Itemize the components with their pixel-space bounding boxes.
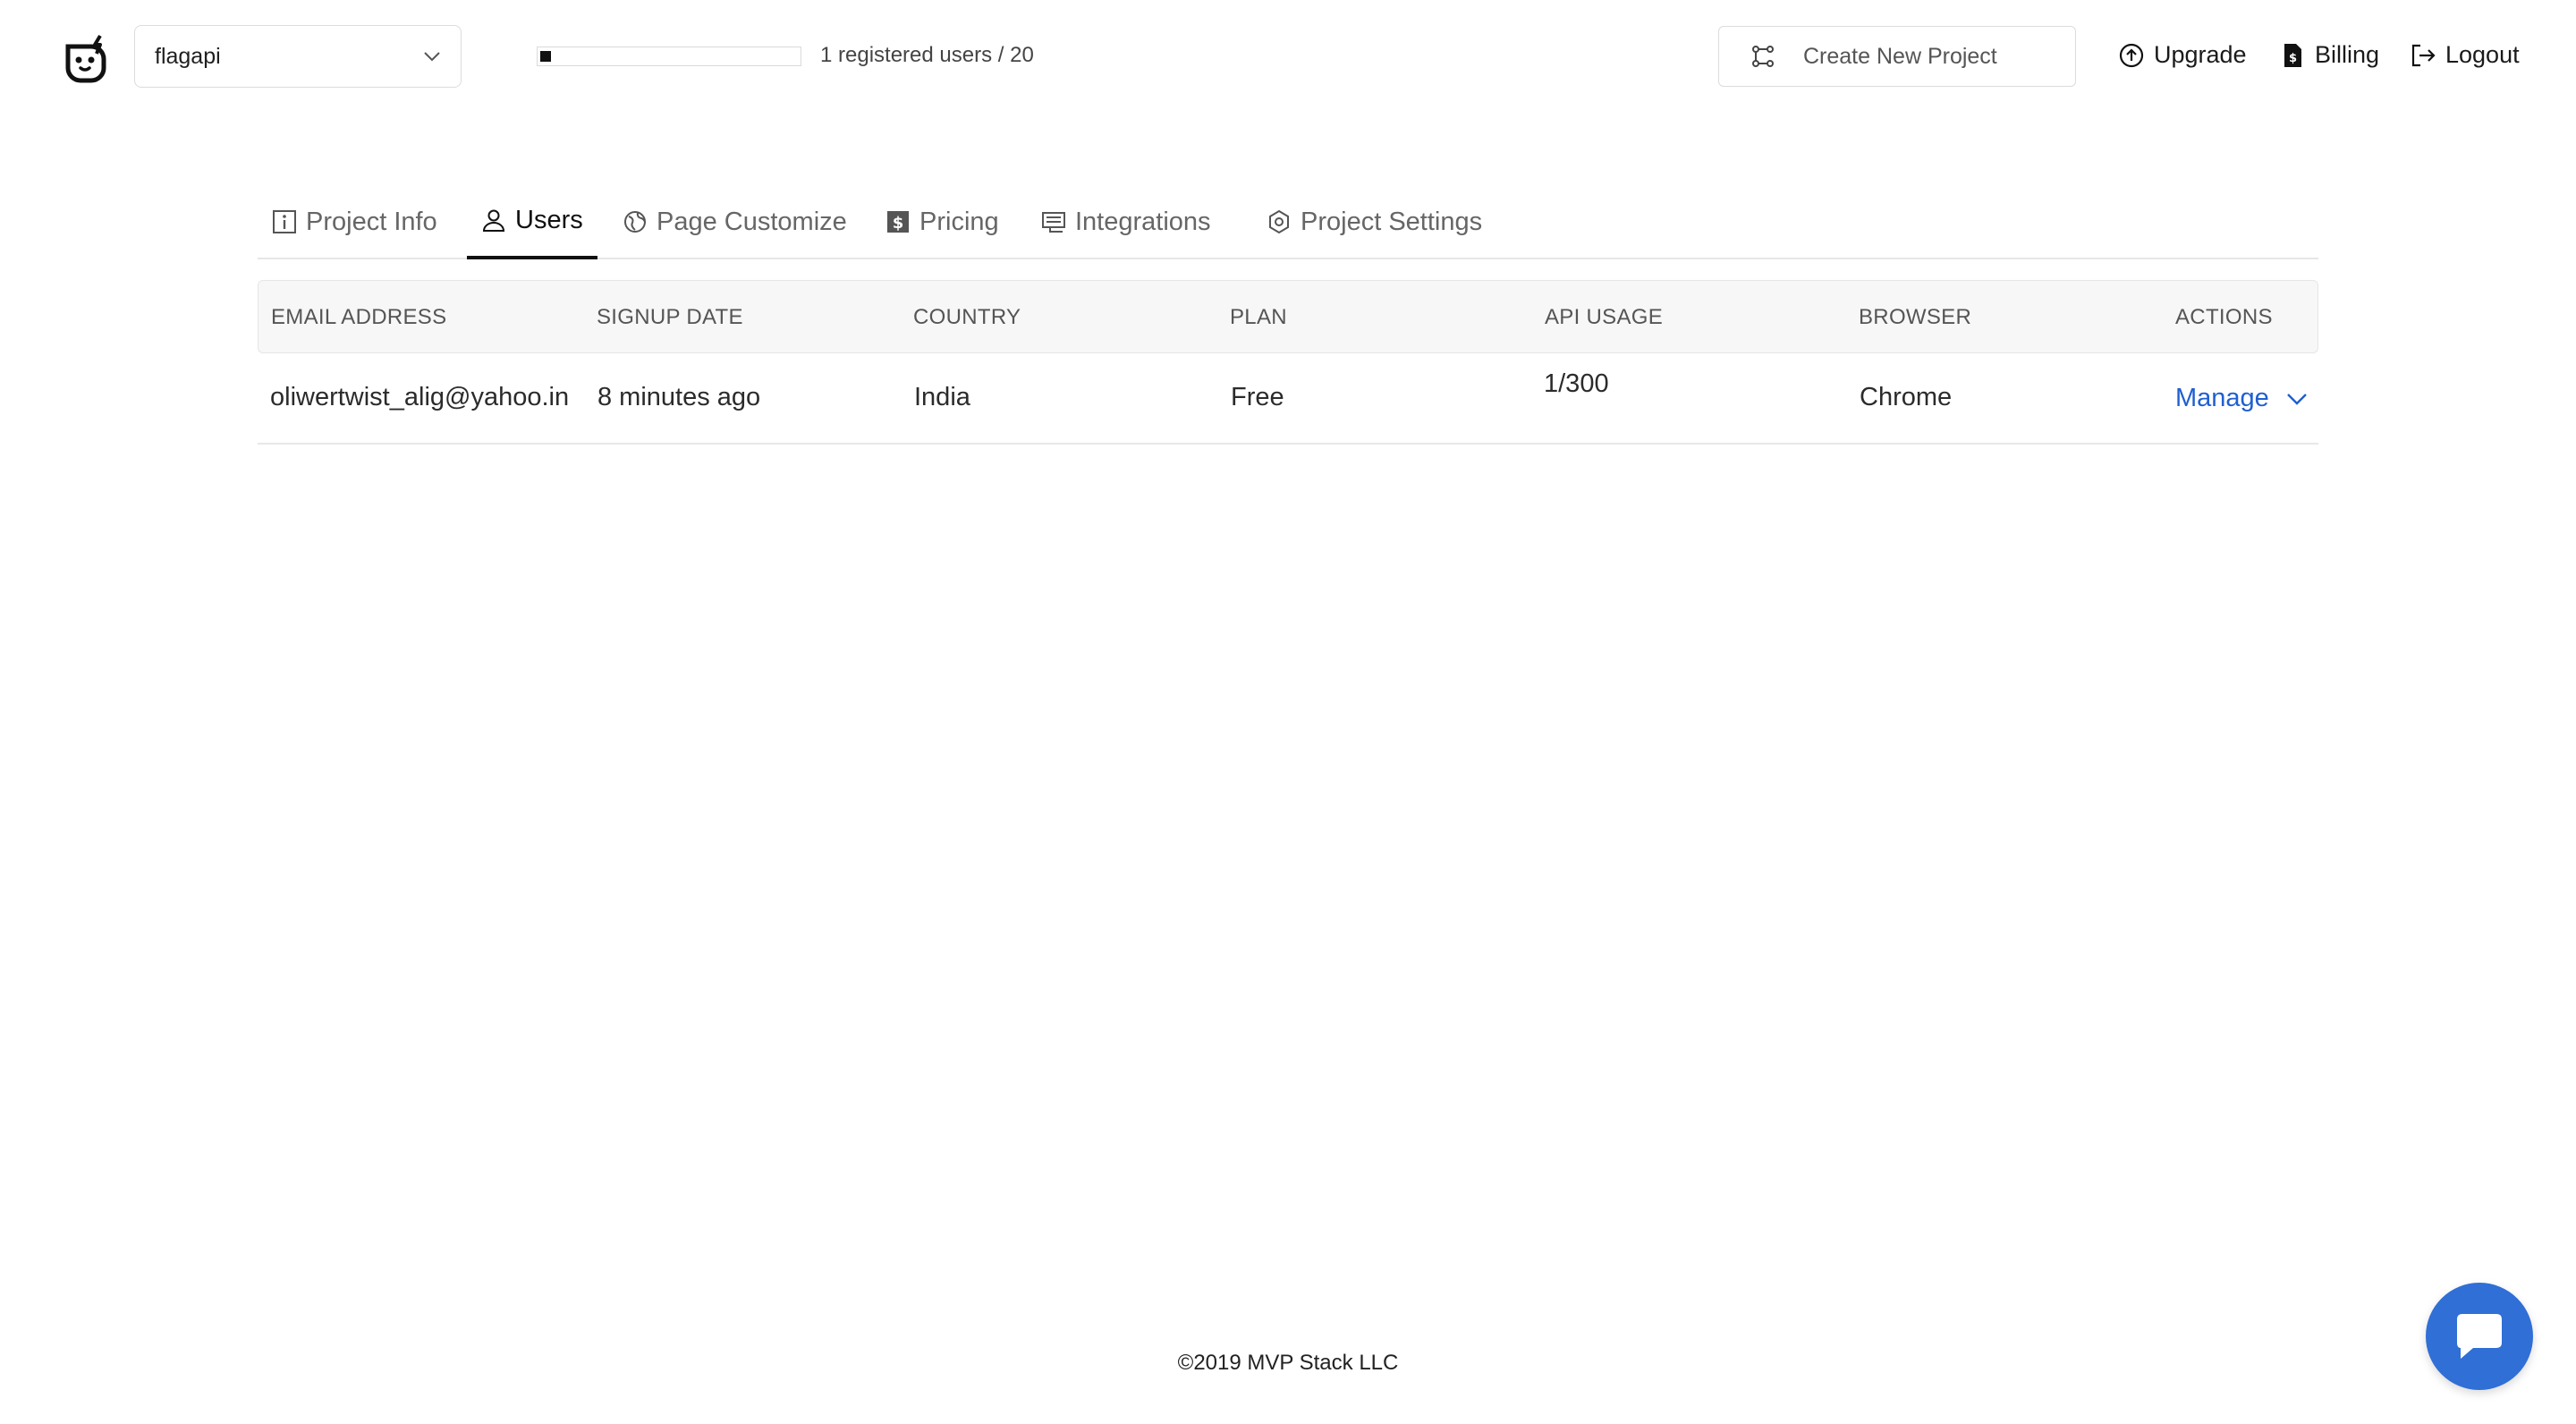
tab-label: Project Settings [1301,207,1483,236]
svg-text:$: $ [893,214,904,233]
project-select[interactable]: flagapi [134,25,462,88]
table-row: oliwertwist_alig@yahoo.in 8 minutes ago … [258,353,2318,445]
user-email: oliwertwist_alig@yahoo.in [270,383,570,411]
logout-label: Logout [2445,41,2520,68]
users-icon [482,209,505,232]
svg-text:$: $ [2289,52,2297,65]
create-project-label: Create New Project [1803,43,1997,69]
manage-label: Manage [2175,384,2269,412]
column-header-actions: ACTIONS [2175,305,2273,329]
chevron-down-icon [424,52,440,62]
billing-icon: $ [2284,43,2301,67]
tab-project-settings[interactable]: Project Settings [1252,184,1496,259]
chat-bubble-icon [2457,1314,2502,1359]
dollar-icon: $ [887,211,909,233]
project-tabs: Project Info Users Page Customize $ Pric… [258,184,2318,259]
user-signup-date: 8 minutes ago [597,383,761,411]
billing-link[interactable]: $ Billing [2279,41,2379,69]
user-plan: Free [1231,383,1284,411]
tab-project-info[interactable]: Project Info [258,184,452,259]
app-logo-icon[interactable] [61,34,111,84]
project-select-value: flagapi [155,43,221,69]
footer-copyright: ©2019 MVP Stack LLC [1177,1351,1399,1375]
upgrade-icon [2119,43,2144,67]
tab-label: Users [515,205,583,234]
chat-widget-button[interactable] [2426,1283,2533,1390]
logout-link[interactable]: Logout [2410,41,2520,69]
tab-label: Page Customize [657,207,847,236]
globe-icon [624,211,646,233]
tab-label: Project Info [306,207,437,236]
create-project-button[interactable]: Create New Project [1718,26,2076,87]
column-header-email: EMAIL ADDRESS [271,305,447,329]
user-country: India [914,383,970,411]
tab-label: Integrations [1075,207,1211,236]
project-nodes-icon [1752,46,1774,67]
logout-icon [2411,44,2436,66]
upgrade-link[interactable]: Upgrade [2118,41,2247,69]
users-usage-text: 1 registered users / 20 [820,43,1034,67]
tab-integrations[interactable]: Integrations [1027,184,1225,259]
user-browser: Chrome [1860,383,1953,411]
tab-pricing[interactable]: $ Pricing [871,184,1013,259]
users-usage-bar [537,47,801,66]
info-icon [273,210,296,233]
chevron-down-icon [2286,393,2307,405]
integrations-icon [1042,212,1065,233]
settings-icon [1269,209,1289,234]
tab-label: Pricing [919,207,999,236]
billing-label: Billing [2315,41,2380,68]
column-header-country: COUNTRY [913,305,1021,329]
column-header-signup-date: SIGNUP DATE [597,305,743,329]
column-header-api-usage: API USAGE [1545,305,1664,329]
users-table-header: EMAIL ADDRESS SIGNUP DATE COUNTRY PLAN A… [258,280,2318,353]
manage-dropdown[interactable]: Manage [2175,384,2309,413]
tab-page-customize[interactable]: Page Customize [608,184,861,259]
upgrade-label: Upgrade [2154,41,2247,68]
user-api-usage: 1/300 [1544,369,1609,398]
users-usage-fill [540,51,551,62]
tab-users[interactable]: Users [467,184,597,259]
column-header-browser: BROWSER [1859,305,1972,329]
column-header-plan: PLAN [1230,305,1287,329]
